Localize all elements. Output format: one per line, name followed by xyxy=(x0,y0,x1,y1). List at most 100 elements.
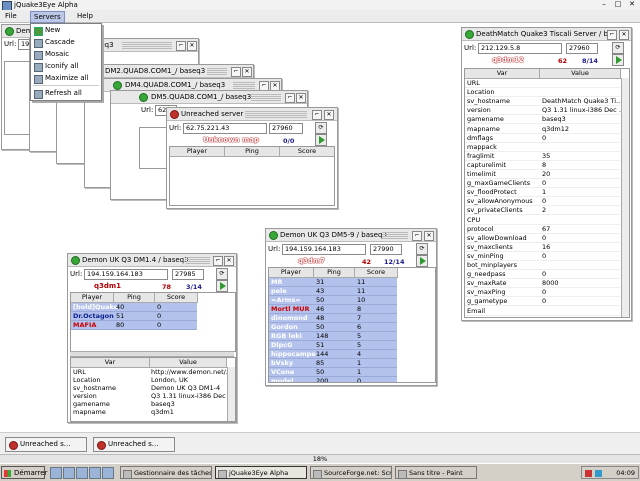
taskbar-item[interactable]: Gestionnaire des tâches ... xyxy=(120,466,212,479)
close-window-button[interactable]: ✕ xyxy=(242,67,252,77)
table-row[interactable]: timelimit 20 xyxy=(465,170,620,179)
table-row[interactable]: g_gametype 0 xyxy=(465,297,620,307)
url-input[interactable]: 194.159.164.183 xyxy=(282,244,366,255)
column-header-ping[interactable]: Ping xyxy=(114,293,155,303)
iconify-button[interactable]: ⌐ xyxy=(213,256,223,266)
iconified-window[interactable]: Unreached s... xyxy=(93,437,175,452)
minimize-icon[interactable]: – xyxy=(598,0,610,9)
column-header-var[interactable]: Var xyxy=(71,358,150,368)
connect-button[interactable] xyxy=(416,255,428,267)
iconified-window[interactable]: Unreached s... xyxy=(5,437,87,452)
table-row[interactable]: mapname q3dm12 xyxy=(465,125,620,134)
column-header-player[interactable]: Player xyxy=(71,293,114,303)
table-row[interactable]: [bold]Quake 40 0 xyxy=(71,303,197,312)
port-input[interactable]: 27960 xyxy=(566,43,598,54)
refresh-server-button[interactable]: ⟳ xyxy=(612,42,624,54)
table-row[interactable]: Dr.Octagon 51 0 xyxy=(71,312,197,321)
table-row[interactable]: version Q3 1.31 linux-i386 Dec ... xyxy=(71,392,234,400)
quicklaunch-icon[interactable] xyxy=(89,467,101,479)
table-row[interactable]: VCone 50 1 xyxy=(269,368,397,377)
table-row[interactable]: Location London, UK xyxy=(71,376,226,384)
column-header-ping[interactable]: Ping xyxy=(314,268,355,278)
table-row[interactable]: Mortl MUR 46 8 xyxy=(269,305,397,314)
table-row[interactable]: g_maxGameClients 0 xyxy=(465,179,620,189)
column-header-ping[interactable]: Ping xyxy=(225,147,280,157)
table-row[interactable]: sv_hostname Demon UK Q3 DM1-4 xyxy=(71,384,226,392)
iconify-button[interactable]: ⌐ xyxy=(312,110,322,120)
menu-item-maximize-all[interactable]: Maximize all xyxy=(31,72,101,84)
iconify-button[interactable]: ⌐ xyxy=(285,93,295,103)
menu-item-iconify-all[interactable]: Iconify all xyxy=(31,60,101,72)
table-row[interactable]: gamename baseq3 xyxy=(71,400,226,408)
table-row[interactable]: mappack xyxy=(465,143,620,152)
table-row[interactable]: fraglimit 35 xyxy=(465,152,620,161)
column-header-var[interactable]: Var xyxy=(465,69,540,79)
iconify-button[interactable]: ⌐ xyxy=(231,67,241,77)
column-header-value[interactable]: Value xyxy=(540,69,621,79)
menu-servers[interactable]: Servers xyxy=(30,11,65,23)
table-row[interactable]: dinomond 48 7 xyxy=(269,314,397,323)
url-input[interactable]: 194.159.164.183 xyxy=(84,269,168,280)
table-row[interactable]: Email xyxy=(465,307,620,316)
table-row[interactable]: Gordon 50 6 xyxy=(269,323,397,332)
quicklaunch-icon[interactable] xyxy=(102,467,114,479)
menu-item-cascade[interactable]: Cascade xyxy=(31,36,101,48)
connect-button[interactable] xyxy=(216,280,228,292)
iconify-button[interactable]: ⌐ xyxy=(176,41,186,51)
table-row[interactable]: URL http://www.demon.net/... xyxy=(71,368,232,376)
refresh-server-button[interactable]: ⟳ xyxy=(216,268,228,280)
server-window-dm14[interactable]: Demon UK Q3 DM1.4 / baseq3 ⌐ ✕ Url: 194.… xyxy=(67,253,237,423)
quicklaunch-icon[interactable] xyxy=(76,467,88,479)
table-row[interactable]: gamename baseq3 xyxy=(465,115,620,125)
column-header-player[interactable]: Player xyxy=(170,147,225,157)
tray-icon[interactable] xyxy=(585,470,592,477)
table-row[interactable]: DlpcG 51 5 xyxy=(269,341,397,350)
scrollbar[interactable] xyxy=(227,367,235,421)
close-icon[interactable]: ✕ xyxy=(626,0,638,9)
column-header-score[interactable]: Score xyxy=(355,268,398,278)
close-window-button[interactable]: ✕ xyxy=(619,30,629,40)
window-titlebar[interactable]: DM5.QUAD8.COM1_/ baseq3 ⌐ ✕ xyxy=(111,91,307,104)
table-row[interactable]: Location xyxy=(465,88,620,98)
table-row[interactable]: sv_allowDownload 0 xyxy=(465,234,620,243)
table-row[interactable]: sv_maxclients 16 xyxy=(465,243,620,252)
table-row[interactable]: CPU xyxy=(465,216,620,225)
window-titlebar[interactable]: Unreached server ⌐ ✕ xyxy=(167,108,337,121)
table-row[interactable]: sv_minPing 0 xyxy=(465,252,620,261)
table-row[interactable]: sv_maxPing 0 xyxy=(465,288,620,298)
close-window-button[interactable]: ✕ xyxy=(224,256,234,266)
column-header-player[interactable]: Player xyxy=(269,268,314,278)
url-input[interactable]: 62.75.221.43 xyxy=(183,123,267,134)
table-row[interactable]: model 200 0 xyxy=(269,377,397,382)
quicklaunch-icon[interactable] xyxy=(63,467,75,479)
table-row[interactable]: pele 43 11 xyxy=(269,287,397,296)
refresh-server-button[interactable]: ⟳ xyxy=(416,243,428,255)
table-row[interactable]: URL xyxy=(465,79,620,88)
menu-file[interactable]: File xyxy=(2,11,20,21)
table-row[interactable]: =Arms= 50 10 xyxy=(269,296,397,305)
taskbar-item-active[interactable]: jQuake3Eye Alpha xyxy=(215,466,307,479)
iconify-button[interactable]: ⌐ xyxy=(412,231,422,241)
start-button[interactable]: Démarrer xyxy=(1,466,47,479)
table-row[interactable]: g_needpass 0 xyxy=(465,270,620,280)
window-titlebar[interactable]: Demon UK Q3 DM1.4 / baseq3 ⌐ ✕ xyxy=(68,254,236,267)
table-row[interactable]: sv_privateClients 2 xyxy=(465,206,620,216)
menu-item-refresh-all[interactable]: Refresh all xyxy=(31,87,101,99)
scrollbar[interactable] xyxy=(621,78,629,317)
table-row[interactable]: MAFIA 80 0 xyxy=(71,321,197,330)
server-window-dm59[interactable]: Demon UK Q3 DM5-9 / baseq3 ⌐ ✕ Url: 194.… xyxy=(265,228,437,386)
window-titlebar[interactable]: Demon UK Q3 DM5-9 / baseq3 ⌐ ✕ xyxy=(266,229,436,242)
table-row[interactable]: sv_floodProtect 1 xyxy=(465,188,620,198)
server-window-tiscali[interactable]: DeathMatch Quake3 Tiscali Server / b... … xyxy=(461,27,632,321)
close-window-button[interactable]: ✕ xyxy=(324,110,334,120)
table-row[interactable]: sv_maxRate 8000 xyxy=(465,279,620,289)
refresh-server-button[interactable]: ⟳ xyxy=(315,122,327,134)
maximize-icon[interactable]: □ xyxy=(612,0,624,9)
menu-help[interactable]: Help xyxy=(74,11,96,21)
taskbar-item[interactable]: SourceForge.net: Scree... xyxy=(310,466,392,479)
taskbar-item[interactable]: Sans titre - Paint xyxy=(395,466,477,479)
table-row[interactable]: sv_allowAnonymous 0 xyxy=(465,197,620,207)
column-header-value[interactable]: Value xyxy=(150,358,227,368)
table-row[interactable]: bot_minplayers xyxy=(465,261,620,270)
table-row[interactable]: hippocampe 144 4 xyxy=(269,350,397,359)
